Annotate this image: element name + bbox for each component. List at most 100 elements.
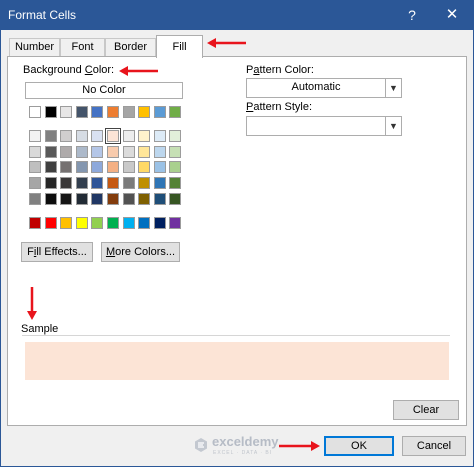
tint-color-swatch[interactable] <box>122 161 135 173</box>
tint-color-swatch[interactable] <box>169 146 182 158</box>
fill-effects-button[interactable]: Fill Effects... <box>21 242 93 262</box>
tint-color-swatch[interactable] <box>122 193 135 205</box>
tint-color-swatch[interactable] <box>138 161 151 173</box>
tint-color-swatch[interactable] <box>107 146 119 158</box>
sample-preview <box>25 342 449 380</box>
tint-color-swatch[interactable] <box>29 177 41 189</box>
theme-color-swatch[interactable] <box>75 106 88 118</box>
theme-color-swatch[interactable] <box>44 106 57 118</box>
tint-color-swatch[interactable] <box>91 161 104 173</box>
clear-button[interactable]: Clear <box>393 400 459 420</box>
cancel-button[interactable]: Cancel <box>402 436 466 456</box>
tint-color-swatch[interactable] <box>169 130 182 142</box>
theme-color-swatch[interactable] <box>169 106 182 118</box>
theme-color-swatch[interactable] <box>107 106 119 118</box>
tint-color-swatch[interactable] <box>29 146 41 158</box>
tint-color-swatch[interactable] <box>122 130 135 142</box>
tint-color-swatch[interactable] <box>29 193 41 205</box>
tab-border[interactable]: Border <box>105 38 156 56</box>
tint-color-swatch[interactable] <box>122 146 135 158</box>
tint-color-swatch[interactable] <box>153 130 166 142</box>
tint-color-swatch[interactable] <box>138 130 151 142</box>
standard-color-swatch[interactable] <box>122 217 135 229</box>
tint-color-swatch[interactable] <box>91 177 104 189</box>
tint-color-swatch[interactable] <box>60 177 73 189</box>
theme-color-swatch[interactable] <box>29 106 41 118</box>
tint-color-swatch[interactable] <box>138 177 151 189</box>
tint-color-swatch[interactable] <box>107 161 119 173</box>
tint-color-swatch[interactable] <box>75 161 88 173</box>
tint-color-swatch[interactable] <box>44 161 57 173</box>
tint-color-swatch[interactable] <box>60 146 73 158</box>
tint-color-swatch[interactable] <box>29 130 41 142</box>
background-color-label: Background Color: <box>23 64 115 76</box>
standard-color-swatch[interactable] <box>44 217 57 229</box>
annotation-arrow-fill-tab <box>207 38 246 48</box>
theme-color-swatch[interactable] <box>60 106 73 118</box>
standard-color-swatch[interactable] <box>75 217 88 229</box>
tint-color-swatch[interactable] <box>153 161 166 173</box>
tint-color-swatch[interactable] <box>107 193 119 205</box>
tint-color-swatch[interactable] <box>138 146 151 158</box>
tab-number-label: Number <box>14 41 55 53</box>
tint-color-swatch[interactable] <box>169 177 182 189</box>
standard-color-swatch[interactable] <box>91 217 104 229</box>
tint-color-swatch[interactable] <box>122 177 135 189</box>
tint-color-swatch[interactable] <box>169 193 182 205</box>
tint-color-swatch[interactable] <box>169 161 182 173</box>
theme-color-swatch[interactable] <box>153 106 166 118</box>
tab-number[interactable]: Number <box>9 38 60 56</box>
tint-color-swatch[interactable] <box>75 177 88 189</box>
tint-color-swatch[interactable] <box>44 130 57 142</box>
tint-color-swatch[interactable] <box>44 146 57 158</box>
sample-label: Sample <box>21 323 59 335</box>
tint-color-swatch[interactable] <box>75 130 88 142</box>
standard-color-swatch[interactable] <box>60 217 73 229</box>
standard-color-swatch[interactable] <box>169 217 182 229</box>
tint-color-swatch[interactable] <box>91 193 104 205</box>
tint-color-swatch[interactable] <box>29 161 41 173</box>
more-colors-button[interactable]: More Colors... <box>101 242 180 262</box>
tint-color-swatch[interactable] <box>107 177 119 189</box>
tab-font[interactable]: Font <box>60 38 105 56</box>
tint-color-swatch[interactable] <box>44 193 57 205</box>
standard-color-swatch[interactable] <box>138 217 151 229</box>
annotation-arrow-ok <box>279 441 320 451</box>
close-button[interactable]: ✕ <box>440 5 464 25</box>
exceldemy-logo-icon <box>195 438 207 452</box>
tint-color-swatch[interactable] <box>60 193 73 205</box>
annotation-arrow-sample <box>27 287 37 320</box>
tint-color-swatch[interactable] <box>91 146 104 158</box>
tint-color-swatch[interactable] <box>153 177 166 189</box>
watermark-tagline: EXCEL · DATA · BI <box>213 450 273 456</box>
no-color-button[interactable]: No Color <box>25 82 183 99</box>
tint-color-swatch[interactable] <box>44 177 57 189</box>
pattern-style-label: Pattern Style: <box>246 101 313 113</box>
theme-color-swatch[interactable] <box>91 106 104 118</box>
tint-color-swatch[interactable] <box>138 193 151 205</box>
pattern-color-dropdown[interactable]: Automatic ▼ <box>246 78 402 98</box>
tint-color-swatch[interactable] <box>91 130 104 142</box>
standard-color-swatch[interactable] <box>107 217 119 229</box>
tab-fill[interactable]: Fill <box>156 35 203 58</box>
tab-fill-label: Fill <box>172 41 187 53</box>
tint-color-swatch[interactable] <box>75 193 88 205</box>
standard-color-swatch[interactable] <box>153 217 166 229</box>
theme-color-swatch[interactable] <box>122 106 135 118</box>
standard-color-swatch[interactable] <box>29 217 41 229</box>
pattern-style-dropdown[interactable]: ▼ <box>246 116 402 136</box>
tint-color-swatch[interactable] <box>105 128 121 144</box>
title-bar: Format Cells ? ✕ <box>0 0 474 30</box>
chevron-down-icon: ▼ <box>385 79 401 97</box>
window-title: Format Cells <box>8 8 77 22</box>
chevron-down-icon: ▼ <box>385 117 401 135</box>
tint-color-swatch[interactable] <box>60 130 73 142</box>
tint-color-swatch[interactable] <box>153 193 166 205</box>
tint-color-swatch[interactable] <box>153 146 166 158</box>
ok-button[interactable]: OK <box>324 436 394 456</box>
help-button[interactable]: ? <box>402 5 422 25</box>
tint-color-swatch[interactable] <box>75 146 88 158</box>
theme-color-swatch[interactable] <box>138 106 151 118</box>
tint-color-swatch[interactable] <box>60 161 73 173</box>
tab-font-label: Font <box>71 41 94 53</box>
